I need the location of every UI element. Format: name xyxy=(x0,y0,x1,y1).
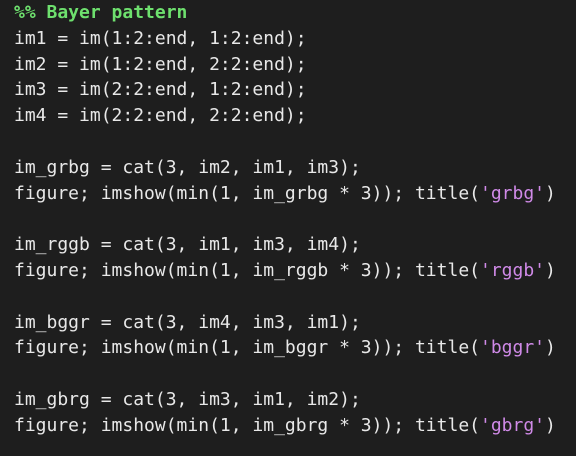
code-line: im2 = im(1:2:end, 2:2:end); xyxy=(14,52,576,78)
string-literal: 'grbg' xyxy=(480,182,546,204)
code-text: im_grbg = cat(3, im2, im1, im3); xyxy=(14,156,361,178)
code-editor[interactable]: %% Bayer pattern im1 = im(1:2:end, 1:2:e… xyxy=(0,0,576,456)
code-line: figure; imshow(min(1, im_bggr * 3)); tit… xyxy=(14,335,576,361)
string-literal: 'bggr' xyxy=(480,337,546,359)
code-text: im_bggr = cat(3, im4, im3, im1); xyxy=(14,311,361,333)
code-text: im_rggb = cat(3, im1, im3, im4); xyxy=(14,234,361,256)
code-text: figure; imshow(min(1, im_rggb * 3)); tit… xyxy=(14,259,480,281)
code-line: im1 = im(1:2:end, 1:2:end); xyxy=(14,26,576,52)
string-literal: 'rggb' xyxy=(480,259,546,281)
code-line: figure; imshow(min(1, im_gbrg * 3)); tit… xyxy=(14,413,576,439)
code-line: im_grbg = cat(3, im2, im1, im3); xyxy=(14,155,576,181)
code-text: im2 = im(1:2:end, 2:2:end); xyxy=(14,53,307,75)
code-text: ) xyxy=(545,182,556,204)
code-text: im4 = im(2:2:end, 2:2:end); xyxy=(14,105,307,127)
code-line: figure; imshow(min(1, im_rggb * 3)); tit… xyxy=(14,258,576,284)
section-comment: %% Bayer pattern xyxy=(14,2,188,23)
code-text: im3 = im(2:2:end, 1:2:end); xyxy=(14,79,307,101)
code-line: im3 = im(2:2:end, 1:2:end); xyxy=(14,77,576,103)
code-line-comment: %% Bayer pattern xyxy=(14,0,576,26)
code-text: im1 = im(1:2:end, 1:2:end); xyxy=(14,27,307,49)
code-line: figure; imshow(min(1, im_grbg * 3)); tit… xyxy=(14,181,576,207)
code-text: figure; imshow(min(1, im_grbg * 3)); tit… xyxy=(14,182,480,204)
code-text: figure; imshow(min(1, im_gbrg * 3)); tit… xyxy=(14,414,480,436)
code-text: ) xyxy=(545,414,556,436)
string-literal: 'gbrg' xyxy=(480,414,546,436)
code-text: ) xyxy=(545,259,556,281)
code-line: im_bggr = cat(3, im4, im3, im1); xyxy=(14,310,576,336)
code-text: figure; imshow(min(1, im_bggr * 3)); tit… xyxy=(14,337,480,359)
code-line: im4 = im(2:2:end, 2:2:end); xyxy=(14,103,576,129)
code-text: im_gbrg = cat(3, im3, im1, im2); xyxy=(14,388,361,410)
code-line: im_gbrg = cat(3, im3, im1, im2); xyxy=(14,387,576,413)
code-line: im_rggb = cat(3, im1, im3, im4); xyxy=(14,232,576,258)
code-text: ) xyxy=(545,337,556,359)
